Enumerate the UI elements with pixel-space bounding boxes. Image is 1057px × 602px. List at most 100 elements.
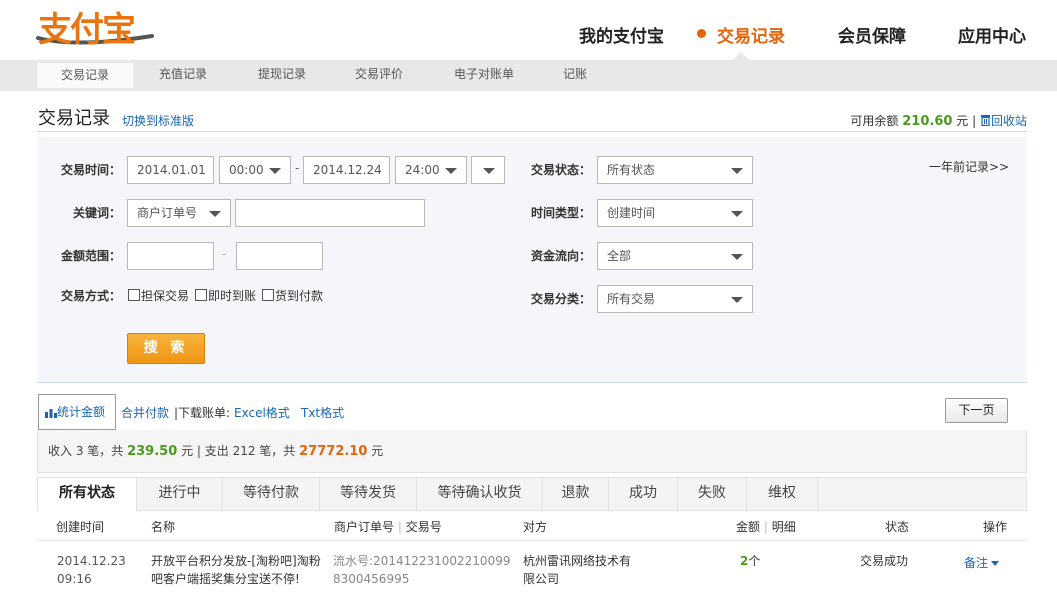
- tab-all[interactable]: 所有状态: [38, 478, 137, 512]
- chevron-down-icon: [731, 211, 743, 217]
- keyword-type-select[interactable]: 商户订单号: [127, 199, 231, 227]
- chevron-down-icon: [445, 168, 457, 174]
- th-time: 创建时间: [56, 520, 105, 534]
- amount-dash: -: [222, 247, 227, 261]
- subnav-reviews[interactable]: 交易评价: [343, 60, 415, 88]
- chevron-down-icon: [731, 297, 743, 303]
- tab-dispute[interactable]: 维权: [747, 478, 818, 511]
- balance-unit: 元: [956, 114, 969, 128]
- expense-suffix: 元: [371, 444, 384, 458]
- balance-label: 可用余额: [850, 114, 899, 128]
- flow-select[interactable]: 全部: [597, 242, 753, 270]
- status-label: 交易状态：: [531, 163, 592, 177]
- row-name[interactable]: 开放平台积分发放-[淘粉吧]淘粉吧客户端摇奖集分宝送不停!: [151, 552, 326, 588]
- expense-amount: 27772.10: [299, 444, 368, 459]
- row-note-button[interactable]: 备注: [964, 554, 1000, 572]
- th-detail-label: 明细: [771, 520, 796, 534]
- tab-success[interactable]: 成功: [609, 478, 678, 511]
- subnav-bookkeeping[interactable]: 记账: [555, 60, 595, 88]
- txt-download-link[interactable]: Txt格式: [301, 404, 344, 421]
- title-divider: [37, 131, 1027, 132]
- tab-await-payment[interactable]: 等待付款: [223, 478, 320, 511]
- status-value: 所有状态: [607, 163, 656, 177]
- topnav-app-center[interactable]: 应用中心: [958, 22, 1026, 47]
- instant-label: 即时到账: [208, 289, 257, 303]
- balance-amount: 210.60: [902, 114, 953, 129]
- tab-failed[interactable]: 失败: [678, 478, 747, 511]
- income-prefix: 收入 3 笔，共: [48, 444, 124, 458]
- th-amount-label: 金额: [736, 520, 761, 534]
- subnav-transactions[interactable]: 交易记录: [37, 63, 133, 88]
- row-note-label: 备注: [964, 556, 989, 570]
- date-dash: -: [295, 161, 300, 175]
- end-time-value: 24:00: [405, 163, 440, 177]
- chevron-down-icon: [269, 168, 281, 174]
- tab-in-progress[interactable]: 进行中: [137, 478, 223, 511]
- status-select[interactable]: 所有状态: [597, 156, 753, 184]
- merge-pay-link[interactable]: 合并付款: [121, 404, 169, 421]
- stat-amount-button[interactable]: 统计金额: [38, 394, 116, 430]
- amount-max-input[interactable]: [236, 242, 323, 270]
- tab-refund[interactable]: 退款: [543, 478, 609, 511]
- status-tabs: 所有状态 进行中 等待付款 等待发货 等待确认收货 退款 成功 失败 维权: [37, 477, 1027, 512]
- subnav-recharge[interactable]: 充值记录: [147, 60, 219, 88]
- next-page-button[interactable]: 下一页: [945, 398, 1008, 423]
- balance-bar: 可用余额 210.60 元 | 回收站: [850, 112, 1027, 129]
- start-time-value: 00:00: [229, 163, 264, 177]
- start-date-input[interactable]: 2014.01.01: [127, 156, 214, 184]
- download-label: |下载账单:: [174, 406, 231, 420]
- row-clock: 09:16: [57, 572, 92, 586]
- subnav-statement[interactable]: 电子对账单: [446, 60, 522, 88]
- flow-value: 全部: [607, 249, 632, 263]
- start-time-select[interactable]: 00:00: [219, 156, 291, 184]
- th-amount: 金额 | 明细: [736, 520, 796, 534]
- time-label: 交易时间：: [61, 163, 122, 177]
- switch-version-link[interactable]: 切换到标准版: [122, 112, 194, 129]
- caret-down-icon: [991, 561, 1000, 566]
- recycle-bin-link[interactable]: 回收站: [980, 114, 1027, 128]
- category-select[interactable]: 所有交易: [597, 285, 753, 313]
- topnav-my-alipay[interactable]: 我的支付宝: [579, 22, 664, 47]
- instant-checkbox[interactable]: [195, 289, 207, 301]
- date-range-dropdown[interactable]: [471, 156, 505, 184]
- th-name: 名称: [151, 520, 176, 534]
- summary-bar: 收入 3 笔，共 239.50 元 | 支出 212 笔，共 27772.10 …: [37, 430, 1027, 473]
- topnav-member-protection[interactable]: 会员保障: [838, 22, 906, 47]
- method-label: 交易方式：: [61, 289, 122, 303]
- chevron-down-icon: [209, 211, 221, 217]
- escrow-label: 担保交易: [141, 289, 190, 303]
- logo-text: 支付宝: [38, 10, 136, 50]
- site-header: 支付宝 我的支付宝 交易记录 会员保障 应用中心: [0, 0, 1057, 60]
- row-time: 2014.12.23 09:16: [57, 552, 126, 588]
- amount-min-input[interactable]: [127, 242, 214, 270]
- active-caret-icon: [733, 52, 749, 60]
- older-records-link[interactable]: 一年前记录>>: [929, 158, 1009, 175]
- alipay-logo[interactable]: 支付宝: [36, 2, 156, 50]
- cod-label: 货到付款: [275, 289, 324, 303]
- th-order-label: 商户订单号: [334, 520, 395, 534]
- escrow-checkbox[interactable]: [128, 289, 140, 301]
- balance-separator: |: [972, 114, 977, 128]
- keyword-input[interactable]: [235, 199, 425, 227]
- chevron-down-icon: [731, 254, 743, 260]
- keyword-label: 关键词：: [73, 206, 122, 220]
- th-status: 状态: [885, 520, 910, 534]
- timetype-select[interactable]: 创建时间: [597, 199, 753, 227]
- row-order: 流水号:2014122310022100998300456995: [333, 554, 511, 586]
- end-time-select[interactable]: 24:00: [395, 156, 467, 184]
- tab-await-shipping[interactable]: 等待发货: [320, 478, 417, 511]
- tab-await-receipt[interactable]: 等待确认收货: [417, 478, 543, 511]
- excel-download-link[interactable]: Excel格式: [234, 404, 290, 421]
- income-suffix: 元 | 支出 212 笔，共: [181, 444, 296, 458]
- income-amount: 239.50: [127, 444, 178, 459]
- search-button[interactable]: 搜 索: [127, 333, 205, 364]
- topnav-transactions[interactable]: 交易记录: [717, 22, 785, 47]
- th-serial-label: 交易号: [405, 520, 442, 534]
- end-date-input[interactable]: 2014.12.24: [303, 156, 390, 184]
- trash-icon: [980, 115, 990, 127]
- page-title: 交易记录: [38, 108, 110, 129]
- bar-chart-icon: [45, 408, 57, 418]
- keyword-type-value: 商户订单号: [137, 206, 198, 220]
- cod-checkbox[interactable]: [262, 289, 274, 301]
- subnav-withdraw[interactable]: 提现记录: [246, 60, 318, 88]
